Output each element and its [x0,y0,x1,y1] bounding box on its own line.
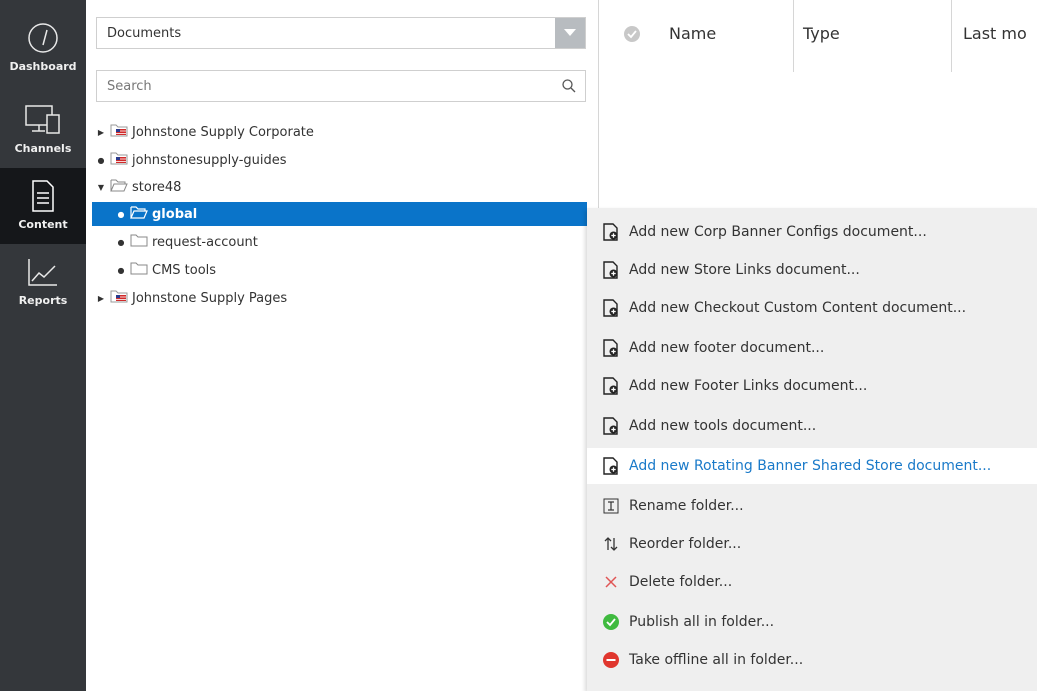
menu-item-label: Rename folder... [629,498,744,514]
menu-item-label: Add new Footer Links document... [629,378,868,394]
folder-icon [130,233,148,251]
nav-channels-label: Channels [14,142,72,155]
menu-item-add-tools[interactable]: Add new tools document... [587,408,1037,444]
flag-folder-icon [110,123,128,141]
nav-reports-label: Reports [18,294,68,307]
search-input[interactable]: Search [96,70,586,102]
new-document-icon [601,299,621,317]
section-select-value: Documents [107,26,182,41]
rename-icon [601,498,621,514]
publish-icon [601,613,621,631]
column-header-type[interactable]: Type [803,24,840,43]
tree-node-store48[interactable]: ▼ store48 [96,175,556,199]
menu-item-label: Delete folder... [629,574,733,590]
reorder-icon [601,536,621,552]
nav-content[interactable]: Content [0,168,86,244]
section-select[interactable]: Documents [96,17,586,49]
tree-node-label: request-account [152,234,258,250]
menu-item-add-rotating-banner-shared-store[interactable]: Add new Rotating Banner Shared Store doc… [587,448,1037,484]
folder-context-menu: Add new Corp Banner Configs document... … [587,208,1037,691]
nav-dashboard[interactable]: Dashboard [0,10,86,86]
devices-icon [23,100,63,140]
flag-folder-icon [110,289,128,307]
menu-item-label: Take offline all in folder... [629,652,804,668]
tree-node-label: store48 [132,179,182,195]
nav-channels[interactable]: Channels [0,92,86,162]
menu-item-delete-folder[interactable]: Delete folder... [587,564,1037,600]
menu-item-label: Reorder folder... [629,536,742,552]
column-header-name[interactable]: Name [669,24,716,43]
new-document-icon [601,261,621,279]
tree-node-johnstone-supply-pages[interactable]: ▶ Johnstone Supply Pages [96,286,556,310]
tree-node-global[interactable]: ● global [92,202,587,226]
tree-node-cms-tools[interactable]: ● CMS tools [116,258,556,282]
tree-node-request-account[interactable]: ● request-account [116,230,556,254]
open-folder-icon [110,178,128,196]
new-document-icon [601,339,621,357]
nav-reports[interactable]: Reports [0,244,86,320]
menu-item-add-footer-links[interactable]: Add new Footer Links document... [587,368,1037,404]
column-header-last-modified[interactable]: Last mo [963,24,1027,43]
new-document-icon [601,417,621,435]
new-document-icon [601,377,621,395]
open-folder-icon [130,205,148,223]
column-divider[interactable] [793,0,794,72]
menu-item-label: Add new footer document... [629,340,825,356]
delete-icon [601,575,621,589]
tree-node-label: johnstonesupply-guides [132,152,287,168]
menu-item-publish-all[interactable]: Publish all in folder... [587,604,1037,640]
menu-item-label: Publish all in folder... [629,614,775,630]
flag-folder-icon [110,151,128,169]
menu-item-rename-folder[interactable]: Rename folder... [587,488,1037,524]
nav-dashboard-label: Dashboard [9,60,77,73]
document-tree-panel: Documents Search ▶ Johnstone Supply Corp… [86,0,599,691]
menu-item-add-checkout-custom-content[interactable]: Add new Checkout Custom Content document… [587,290,1037,326]
chart-line-icon [27,252,59,292]
tree-node-johnstone-supply-corporate[interactable]: ▶ Johnstone Supply Corporate [96,120,556,144]
new-document-icon [601,457,621,475]
gauge-icon [26,18,60,58]
menu-item-take-offline-all[interactable]: Take offline all in folder... [587,642,1037,678]
menu-item-label: Add new Rotating Banner Shared Store doc… [629,458,992,474]
tree-node-label: Johnstone Supply Corporate [132,124,314,140]
menu-item-label: Add new Checkout Custom Content document… [629,300,967,316]
new-document-icon [601,223,621,241]
caret-down-icon[interactable]: ▼ [96,183,106,192]
menu-item-add-store-links[interactable]: Add new Store Links document... [587,252,1037,288]
menu-item-label: Add new tools document... [629,418,817,434]
folder-icon [130,261,148,279]
menu-item-label: Add new Corp Banner Configs document... [629,224,927,240]
caret-right-icon[interactable]: ▶ [96,128,106,137]
select-all-check-icon[interactable] [623,25,641,47]
tree-node-label: global [152,206,198,222]
menu-item-add-footer[interactable]: Add new footer document... [587,330,1037,366]
take-offline-icon [601,651,621,669]
menu-item-label: Add new Store Links document... [629,262,860,278]
search-icon[interactable] [561,78,577,98]
caret-right-icon[interactable]: ▶ [96,294,106,303]
nav-content-label: Content [18,218,68,231]
tree-node-label: Johnstone Supply Pages [132,290,288,306]
main-navigation: Dashboard Channels Content Reports [0,0,86,691]
search-placeholder: Search [107,79,152,94]
tree-node-label: CMS tools [152,262,217,278]
bullet-icon: ● [117,237,125,247]
column-divider[interactable] [951,0,952,72]
menu-item-add-corp-banner-configs[interactable]: Add new Corp Banner Configs document... [587,214,1037,250]
document-icon [30,176,56,216]
tree-node-johnstonesupply-guides[interactable]: ● johnstonesupply-guides [96,148,556,172]
chevron-down-icon[interactable] [555,18,585,48]
bullet-icon: ● [97,155,105,165]
bullet-icon: ● [117,265,125,275]
menu-item-reorder-folder[interactable]: Reorder folder... [587,526,1037,562]
document-list-header: Name Type Last mo [599,0,1037,72]
bullet-icon: ● [117,209,125,219]
